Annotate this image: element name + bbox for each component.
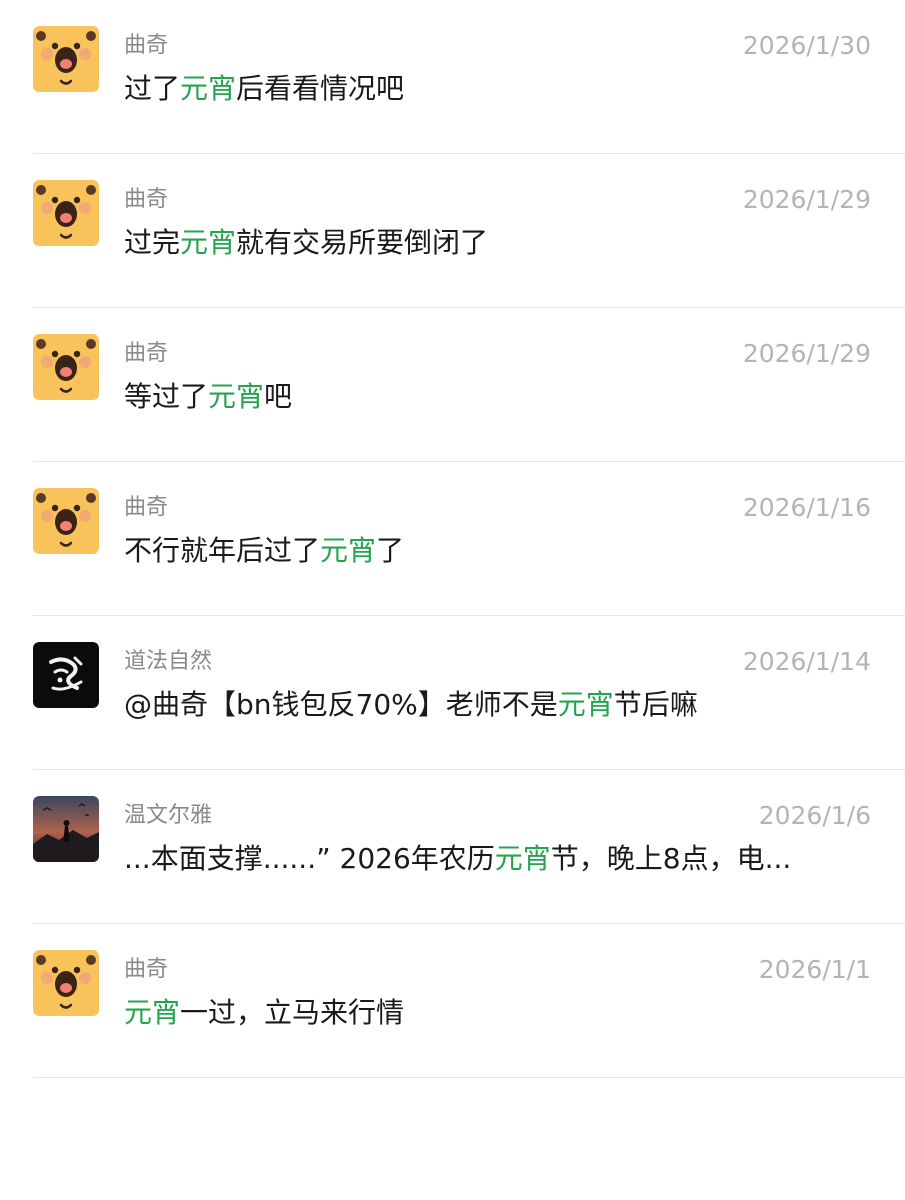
bear-avatar [33, 180, 99, 246]
sender-name: 曲奇 [124, 33, 169, 58]
search-keyword-highlight: 元宵 [320, 534, 377, 567]
message-text-after: 吧 [264, 380, 293, 413]
search-keyword-highlight: 元宵 [494, 842, 551, 875]
bear-avatar [33, 334, 99, 400]
message-text-after: 后看看情况吧 [236, 72, 405, 105]
message-text-after: 节后嘛 [613, 688, 698, 721]
search-keyword-highlight: 元宵 [124, 996, 181, 1029]
message-preview: 等过了元宵吧 [124, 378, 864, 416]
search-results-list: 曲奇 2026/1/30 过了元宵后看看情况吧 曲奇 2026/1/29 过完元… [0, 0, 905, 1078]
search-keyword-highlight: 元宵 [208, 380, 265, 413]
message-preview: 不行就年后过了元宵了 [124, 532, 864, 570]
result-row[interactable]: 温文尔雅 2026/1/6 ...本面支撑......” 2026年农历元宵节，… [0, 770, 905, 924]
message-date: 2026/1/29 [742, 339, 871, 368]
result-row[interactable]: 曲奇 2026/1/29 等过了元宵吧 [0, 308, 905, 462]
sender-name: 曲奇 [124, 187, 169, 212]
sender-name: 曲奇 [124, 495, 169, 520]
search-keyword-highlight: 元宵 [180, 226, 237, 259]
message-text-after: 就有交易所要倒闭了 [236, 226, 489, 259]
message-text-before: @曲奇【bn钱包反70%】老师不是 [124, 688, 558, 721]
sender-name: 温文尔雅 [124, 803, 213, 828]
bear-avatar [33, 26, 99, 92]
message-text-before: 过完 [124, 226, 181, 259]
landscape-avatar [33, 796, 99, 862]
bear-avatar [33, 488, 99, 554]
search-keyword-highlight: 元宵 [180, 72, 237, 105]
message-text-before: 不行就年后过了 [124, 534, 321, 567]
message-date: 2026/1/30 [742, 31, 871, 60]
result-row[interactable]: 曲奇 2026/1/16 不行就年后过了元宵了 [0, 462, 905, 616]
message-text-after: 了 [376, 534, 405, 567]
message-text-after: 一过，立马来行情 [180, 996, 405, 1029]
message-text-before: 过了 [124, 72, 181, 105]
sender-name: 曲奇 [124, 341, 169, 366]
message-date: 2026/1/6 [758, 801, 871, 830]
message-text-after: 节，晚上8点，电... [550, 842, 792, 875]
message-preview: @曲奇【bn钱包反70%】老师不是元宵节后嘛 [124, 686, 864, 724]
sender-name: 道法自然 [124, 649, 213, 674]
result-row[interactable]: 道法自然 2026/1/14 @曲奇【bn钱包反70%】老师不是元宵节后嘛 [0, 616, 905, 770]
message-preview: ...本面支撑......” 2026年农历元宵节，晚上8点，电... [124, 840, 864, 878]
sender-name: 曲奇 [124, 957, 169, 982]
message-date: 2026/1/16 [742, 493, 871, 522]
message-date: 2026/1/29 [742, 185, 871, 214]
result-row[interactable]: 曲奇 2026/1/29 过完元宵就有交易所要倒闭了 [0, 154, 905, 308]
search-keyword-highlight: 元宵 [557, 688, 614, 721]
message-preview: 元宵一过，立马来行情 [124, 994, 864, 1032]
calligraphy-avatar [33, 642, 99, 708]
message-date: 2026/1/1 [758, 955, 871, 984]
message-text-before: ...本面支撑......” 2026年农历 [124, 842, 495, 875]
message-preview: 过了元宵后看看情况吧 [124, 70, 864, 108]
message-preview: 过完元宵就有交易所要倒闭了 [124, 224, 864, 262]
result-row[interactable]: 曲奇 2026/1/1 元宵一过，立马来行情 [0, 924, 905, 1078]
message-date: 2026/1/14 [742, 647, 871, 676]
message-text-before: 等过了 [124, 380, 209, 413]
result-row[interactable]: 曲奇 2026/1/30 过了元宵后看看情况吧 [0, 0, 905, 154]
bear-avatar [33, 950, 99, 1016]
